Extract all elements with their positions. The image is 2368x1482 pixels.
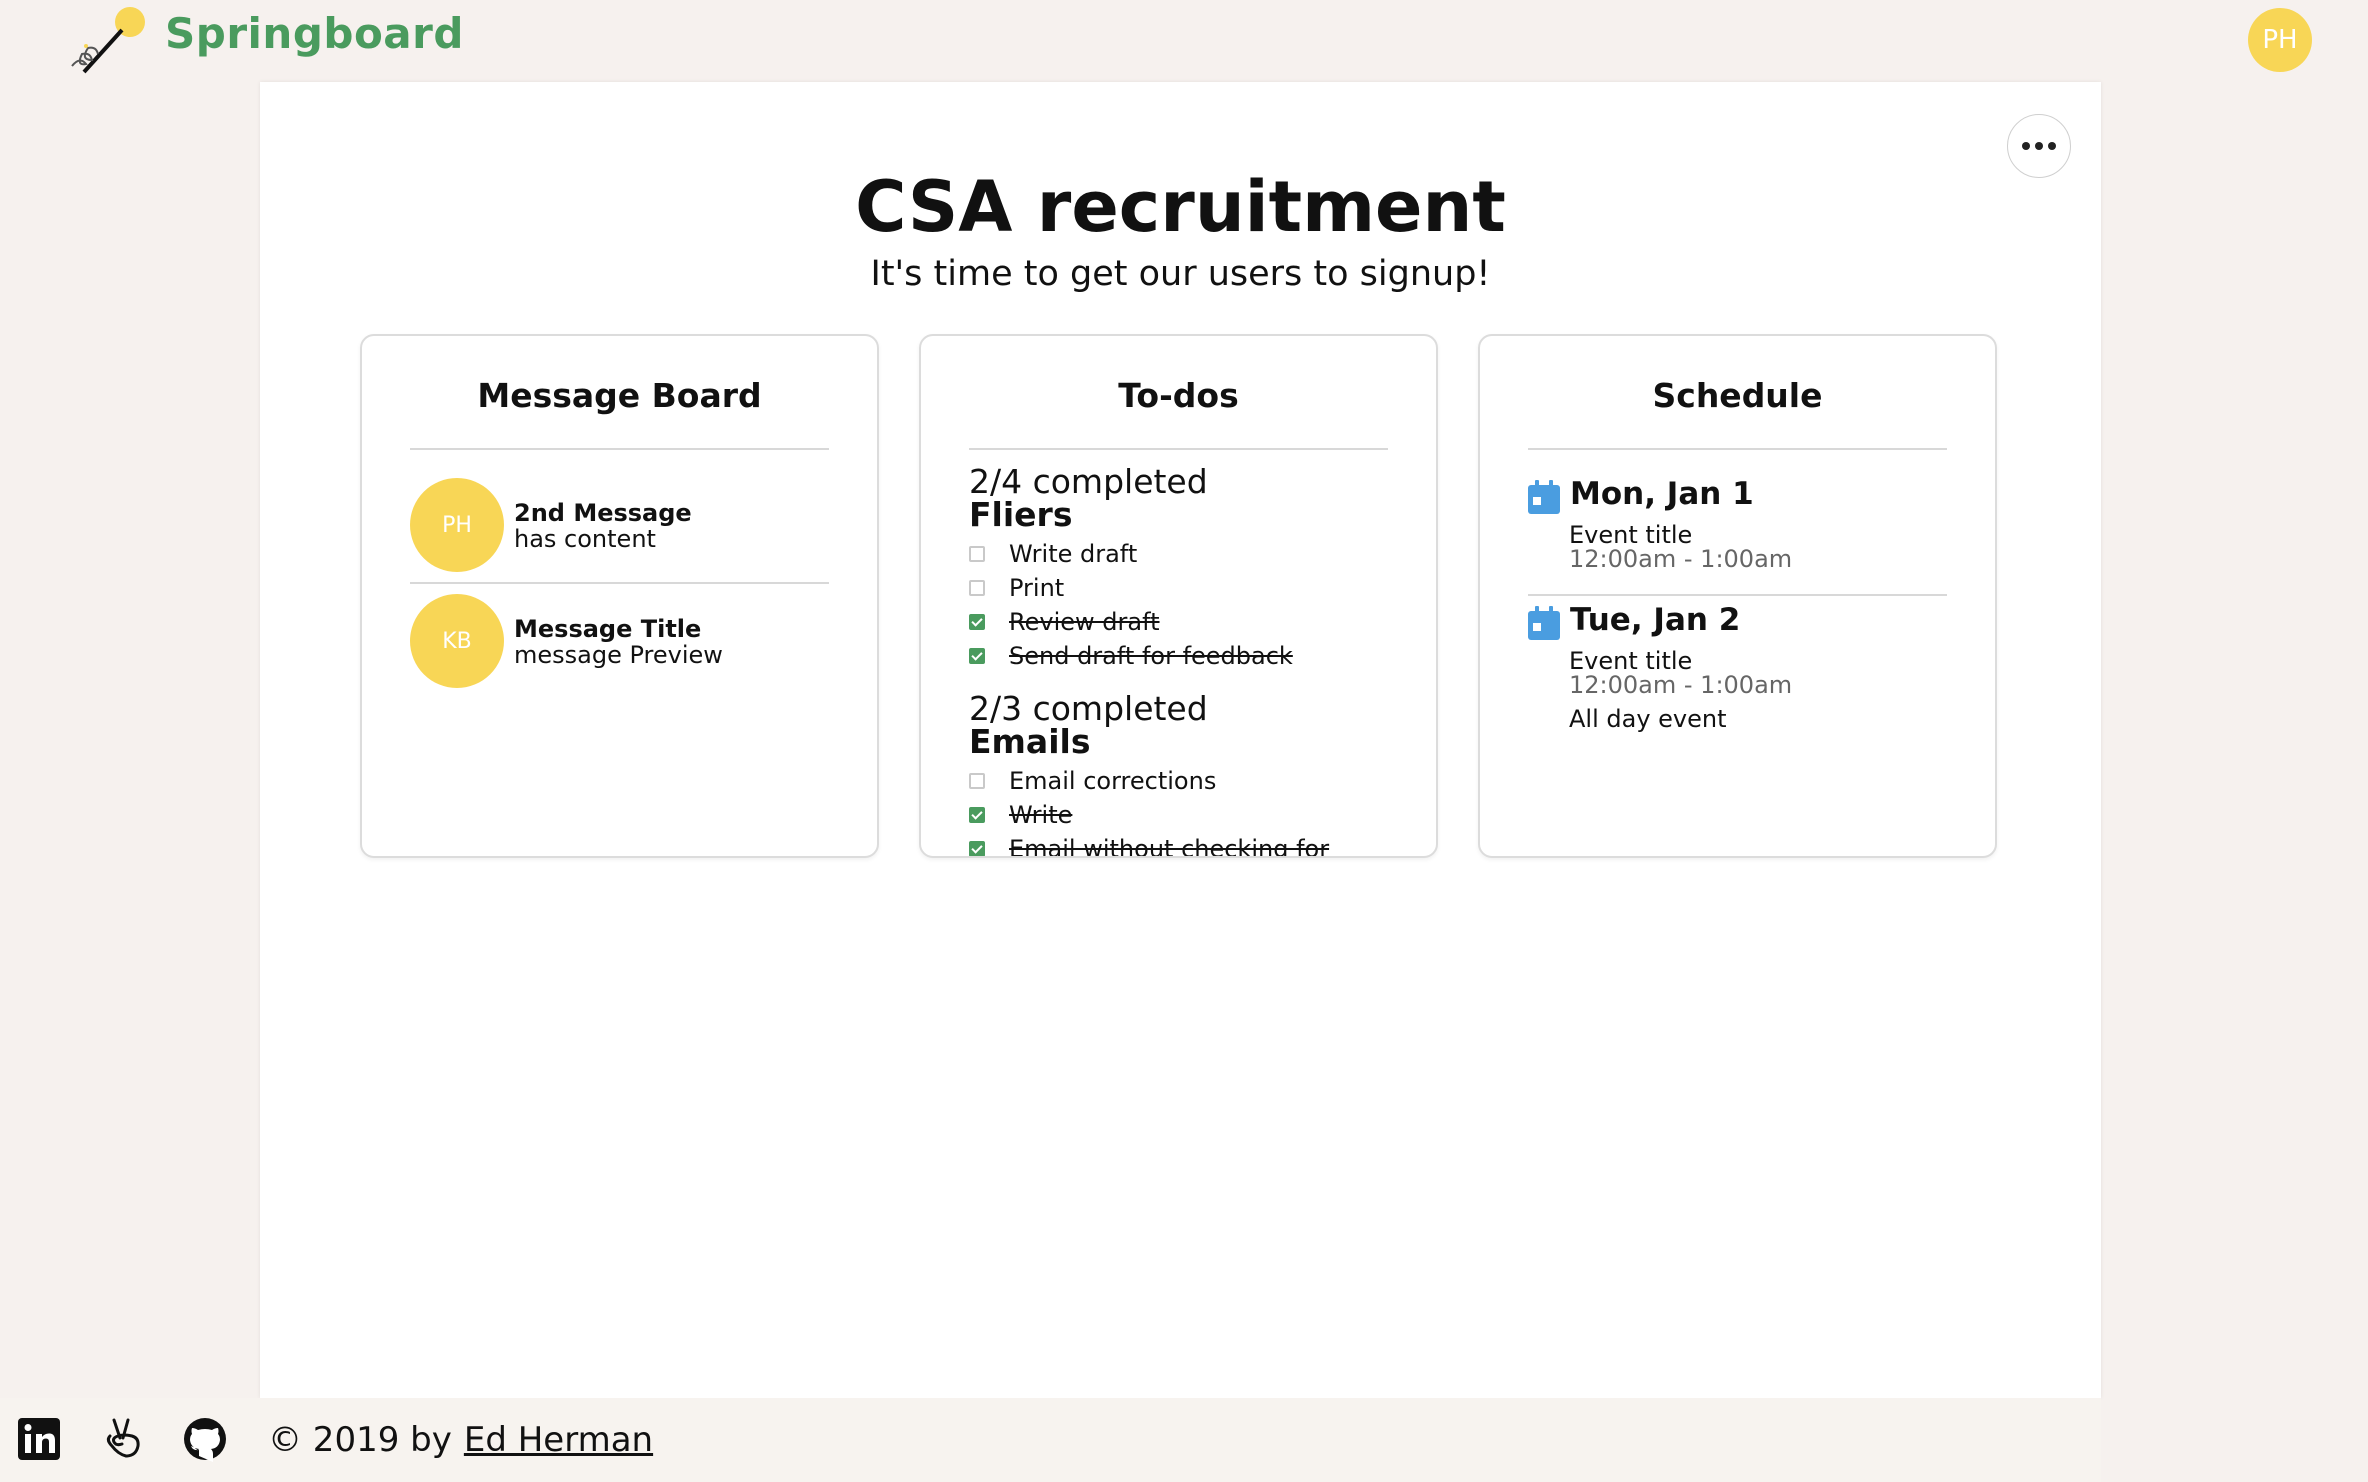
todos-card[interactable]: To-dos 2/4 completed Fliers Write draft … xyxy=(919,334,1438,858)
more-icon xyxy=(2022,142,2056,150)
avatar: PH xyxy=(410,478,504,572)
todo-text: Send draft for feedback xyxy=(1009,642,1293,670)
springboard-logo[interactable] xyxy=(62,2,152,82)
todo-list[interactable]: 2/3 completed Emails Email corrections W… xyxy=(969,689,1399,856)
message-preview: message Preview xyxy=(514,641,723,669)
linkedin-icon[interactable] xyxy=(16,1416,62,1462)
message-title: 2nd Message xyxy=(514,499,692,527)
divider xyxy=(1528,594,1947,596)
todo-checkbox-checked[interactable] xyxy=(969,841,985,856)
schedule-card[interactable]: Schedule Mon, Jan 1 Event title 12:00am … xyxy=(1478,334,1997,858)
project-title: CSA recruitment xyxy=(855,166,1506,248)
todo-checkbox-checked[interactable] xyxy=(969,807,985,823)
copyright-text: © 2019 by Ed Herman xyxy=(268,1420,653,1460)
todo-text: Review draft xyxy=(1009,608,1160,636)
event-time: 12:00am - 1:00am xyxy=(1569,545,1793,573)
todo-text: Email without checking for xyxy=(1009,835,1330,856)
event-date: Mon, Jan 1 xyxy=(1570,476,1754,512)
message-preview: has content xyxy=(514,525,656,553)
github-icon[interactable] xyxy=(182,1416,228,1462)
calendar-icon xyxy=(1528,606,1560,640)
todo-checkbox-checked[interactable] xyxy=(969,614,985,630)
card-title: Schedule xyxy=(1652,376,1823,415)
todo-text: Print xyxy=(1009,574,1065,602)
todo-item[interactable]: Write draft xyxy=(969,537,1399,571)
angellist-icon[interactable] xyxy=(98,1416,144,1462)
message-item[interactable]: PH 2nd Message has content xyxy=(410,478,833,574)
todo-checkbox[interactable] xyxy=(969,773,985,789)
avatar: KB xyxy=(410,594,504,688)
todo-completed-count: 2/3 completed xyxy=(969,689,1208,728)
footer: © 2019 by Ed Herman xyxy=(0,1398,2101,1482)
todo-lists[interactable]: 2/4 completed Fliers Write draft Print R… xyxy=(969,466,1399,856)
todo-item[interactable]: Email corrections xyxy=(969,764,1399,798)
todo-text: Email corrections xyxy=(1009,767,1217,795)
todo-list-name[interactable]: Fliers xyxy=(969,498,1399,531)
todo-text: Write draft xyxy=(1009,540,1138,568)
todo-list-name[interactable]: Emails xyxy=(969,725,1399,758)
todo-text: Write xyxy=(1009,801,1073,829)
todo-item[interactable]: Review draft xyxy=(969,605,1399,639)
copyright-label: © 2019 by xyxy=(268,1420,452,1460)
todo-checkbox[interactable] xyxy=(969,580,985,596)
event-date: Tue, Jan 2 xyxy=(1570,602,1741,638)
todo-item[interactable]: Send draft for feedback xyxy=(969,639,1399,673)
project-panel: CSA recruitment It's time to get our use… xyxy=(260,82,2101,1398)
divider xyxy=(969,448,1388,450)
schedule-event[interactable]: Mon, Jan 1 Event title 12:00am - 1:00am xyxy=(1528,476,1951,586)
divider xyxy=(410,448,829,450)
card-title: Message Board xyxy=(477,376,762,415)
divider xyxy=(410,582,829,584)
schedule-event[interactable]: Tue, Jan 2 Event title 12:00am - 1:00am … xyxy=(1528,602,1951,742)
todo-checkbox-checked[interactable] xyxy=(969,648,985,664)
todo-item[interactable]: Print xyxy=(969,571,1399,605)
calendar-icon xyxy=(1528,480,1560,514)
divider xyxy=(1528,448,1947,450)
message-title: Message Title xyxy=(514,615,702,643)
project-description: It's time to get our users to signup! xyxy=(870,254,1491,294)
brand-name[interactable]: Springboard xyxy=(165,9,464,58)
event-time: 12:00am - 1:00am xyxy=(1569,671,1793,699)
message-board-card[interactable]: Message Board PH 2nd Message has content… xyxy=(360,334,879,858)
user-avatar[interactable]: PH xyxy=(2248,8,2312,72)
all-day-label: All day event xyxy=(1569,705,1727,733)
todo-item[interactable]: Write xyxy=(969,798,1399,832)
todo-completed-count: 2/4 completed xyxy=(969,466,1208,501)
todo-item[interactable]: Email without checking for xyxy=(969,832,1399,856)
author-link[interactable]: Ed Herman xyxy=(464,1420,653,1460)
todo-checkbox[interactable] xyxy=(969,546,985,562)
todo-list[interactable]: 2/4 completed Fliers Write draft Print R… xyxy=(969,466,1399,673)
card-title: To-dos xyxy=(1118,376,1239,415)
message-item[interactable]: KB Message Title message Preview xyxy=(410,594,833,690)
